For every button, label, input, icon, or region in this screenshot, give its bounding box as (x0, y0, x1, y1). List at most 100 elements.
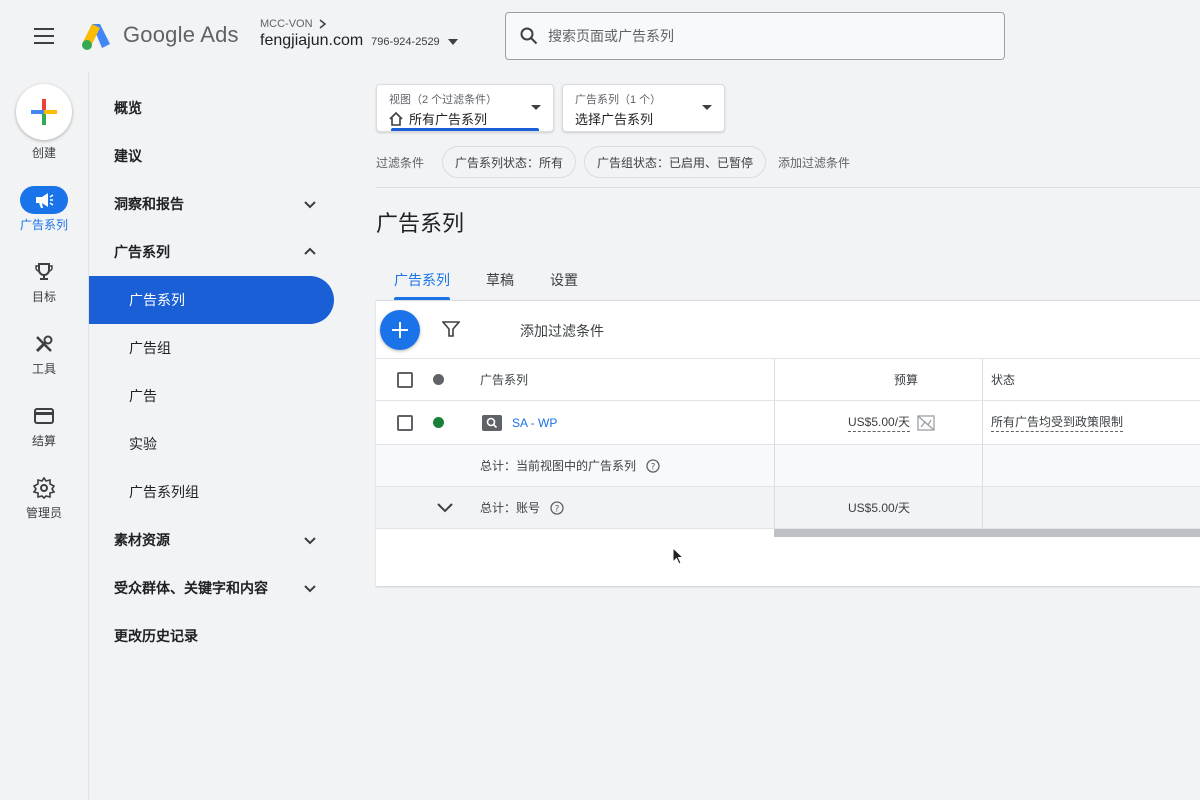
add-filter-button[interactable]: 添加过滤条件 (520, 321, 604, 341)
status-dot-header[interactable] (433, 374, 444, 385)
rail-item-campaigns[interactable]: 广告系列 (0, 186, 88, 233)
mouse-cursor-icon (672, 547, 684, 565)
rail-item-billing[interactable]: 结算 (0, 402, 88, 449)
gear-icon (20, 474, 68, 502)
select-all-checkbox[interactable] (397, 371, 413, 388)
chevron-down-icon[interactable] (302, 580, 318, 596)
rail-item-tools[interactable]: 工具 (0, 330, 88, 377)
add-filter-link[interactable]: 添加过滤条件 (778, 154, 850, 171)
rail-item-admin[interactable]: 管理员 (0, 474, 88, 521)
column-divider[interactable] (774, 359, 775, 400)
rail-item-goals[interactable]: 目标 (0, 258, 88, 305)
campaigns-table-card: 添加过滤条件 广告系列 预算 状态 SA - WP US$5.00/天 所有广告… (376, 300, 1200, 586)
create-label: 创建 (31, 146, 56, 160)
campaign-name-link[interactable]: SA - WP (512, 401, 557, 444)
total-account-budget: US$5.00/天 (848, 501, 911, 515)
nav-item-overview[interactable]: 概览 (89, 84, 334, 132)
google-ads-logo-icon[interactable] (80, 20, 112, 52)
nav-item-insights-reports[interactable]: 洞察和报告 (89, 180, 334, 228)
caret-down-icon (702, 105, 712, 110)
view-selector-underline (391, 128, 539, 131)
create-button[interactable] (16, 84, 72, 140)
nav-item-label: 实验 (129, 436, 157, 452)
campaign-selector-caption: 广告系列（1 个） (575, 94, 662, 106)
nav-item-campaigns-group[interactable]: 广告系列 (89, 228, 334, 276)
caret-down-icon[interactable] (447, 39, 458, 45)
chevron-down-icon[interactable] (302, 196, 318, 212)
horizontal-scrollbar[interactable] (774, 529, 1200, 537)
rail-item-label: 广告系列 (19, 218, 68, 232)
nav-item-label: 广告系列 (129, 292, 185, 308)
nav-item-assets[interactable]: 素材资源 (89, 516, 334, 564)
nav-item-label: 素材资源 (114, 532, 170, 548)
tab-drafts[interactable]: 草稿 (468, 260, 532, 300)
column-divider[interactable] (982, 359, 983, 400)
nav-item-audiences-keywords-content[interactable]: 受众群体、关键字和内容 (89, 564, 334, 612)
nav-item-experiments[interactable]: 实验 (89, 420, 334, 468)
chevron-up-icon[interactable] (302, 244, 318, 260)
page-title: 广告系列 (376, 211, 465, 236)
column-divider (982, 487, 983, 528)
nav-item-label: 广告系列组 (129, 484, 199, 500)
nav-item-ad-groups[interactable]: 广告组 (89, 324, 334, 372)
filters-label: 过滤条件 (376, 155, 425, 170)
filter-chip-adgroup-status[interactable]: 广告组状态：已启用、已暂停 (584, 146, 767, 178)
total-account-label: 总计：账号 (480, 501, 541, 515)
column-header-status[interactable]: 状态 (991, 359, 1015, 400)
rail-item-label: 目标 (31, 290, 56, 304)
nav-item-label: 受众群体、关键字和内容 (114, 580, 268, 596)
nav-item-campaigns[interactable]: 广告系列 (89, 276, 334, 324)
row-checkbox[interactable] (397, 414, 413, 431)
column-header-budget[interactable]: 预算 (894, 359, 918, 400)
table-header-row: 广告系列 预算 状态 (376, 359, 1200, 401)
divider (376, 187, 1200, 188)
search-input[interactable] (548, 28, 968, 44)
budget-value[interactable]: US$5.00/天 (848, 413, 911, 432)
credit-card-icon (20, 402, 68, 430)
column-header-campaign[interactable]: 广告系列 (480, 359, 528, 400)
filter-icon[interactable] (442, 320, 460, 338)
rail-item-label: 工具 (31, 362, 56, 376)
chevron-down-icon[interactable] (302, 532, 318, 548)
column-divider (982, 445, 983, 486)
help-icon[interactable]: ? (550, 500, 564, 515)
tab-settings[interactable]: 设置 (532, 260, 596, 300)
home-icon (389, 111, 403, 126)
filter-bar: 过滤条件 广告系列状态：所有 广告组状态：已启用、已暂停 添加过滤条件 (376, 146, 850, 178)
help-icon[interactable]: ? (646, 458, 660, 473)
account-switcher[interactable]: MCC-VON fengjiajun.com 796-924-2529 (260, 18, 458, 50)
nav-item-label: 广告组 (129, 340, 171, 356)
tab-campaigns[interactable]: 广告系列 (376, 260, 468, 300)
tab-bar: 广告系列 草稿 设置 (376, 260, 596, 300)
no-chart-icon[interactable] (917, 414, 935, 431)
chevron-down-icon[interactable] (436, 502, 454, 514)
filter-chip-campaign-status[interactable]: 广告系列状态：所有 (442, 146, 577, 178)
total-account-row: 总计：账号 ? US$5.00/天 (376, 487, 1200, 529)
brand-name: Google Ads (123, 22, 239, 47)
add-campaign-button[interactable] (380, 310, 420, 350)
status-value[interactable]: 所有广告均受到政策限制 (991, 413, 1124, 432)
nav-item-ads[interactable]: 广告 (89, 372, 334, 420)
enabled-status-dot[interactable] (433, 417, 444, 428)
column-divider (774, 487, 775, 528)
nav-item-label: 更改历史记录 (114, 628, 198, 644)
nav-item-recommendations[interactable]: 建议 (89, 132, 334, 180)
nav-item-label: 建议 (114, 148, 142, 164)
customer-id: 796-924-2529 (371, 36, 440, 48)
main-content: 视图（2 个过滤条件） 所有广告系列 广告系列（1 个） 选择广告系列 过滤条件… (376, 72, 1200, 800)
top-bar: Google Ads MCC-VON fengjiajun.com 796-92… (0, 0, 1200, 72)
campaign-selector[interactable]: 广告系列（1 个） 选择广告系列 (562, 84, 725, 132)
search-box[interactable] (505, 12, 1005, 60)
nav-item-campaign-groups[interactable]: 广告系列组 (89, 468, 334, 516)
table-row[interactable]: SA - WP US$5.00/天 所有广告均受到政策限制 (376, 401, 1200, 445)
tools-icon (20, 330, 68, 358)
nav-item-label: 概览 (114, 100, 142, 116)
campaign-selector-value: 选择广告系列 (575, 112, 654, 127)
menu-icon[interactable] (30, 22, 58, 50)
nav-item-label: 广告系列 (114, 244, 170, 260)
column-divider (774, 445, 775, 486)
search-icon (520, 27, 538, 45)
view-selector[interactable]: 视图（2 个过滤条件） 所有广告系列 (376, 84, 554, 132)
nav-item-change-history[interactable]: 更改历史记录 (89, 612, 334, 660)
total-view-row: 总计：当前视图中的广告系列 ? (376, 445, 1200, 487)
